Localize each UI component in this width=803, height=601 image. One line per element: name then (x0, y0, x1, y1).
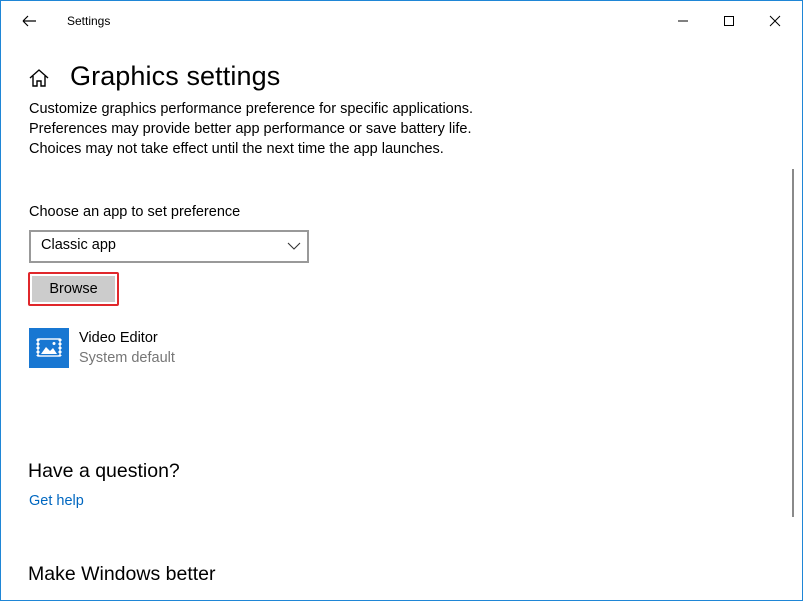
app-type-dropdown[interactable]: Classic app (29, 230, 309, 263)
back-button[interactable] (13, 5, 45, 37)
app-chooser-label: Choose an app to set preference (29, 204, 241, 220)
video-editor-icon (29, 328, 69, 368)
feedback-heading: Make Windows better (28, 563, 216, 585)
minimize-icon (678, 20, 688, 22)
title-bar: Settings (1, 1, 802, 41)
home-icon[interactable] (28, 67, 50, 89)
app-name: Video Editor (79, 330, 158, 346)
maximize-icon (724, 16, 734, 26)
browse-button[interactable]: Browse (32, 276, 115, 302)
page-description: Customize graphics performance preferenc… (29, 101, 474, 157)
app-preference: System default (79, 350, 175, 366)
page-title: Graphics settings (70, 61, 281, 91)
window-title: Settings (67, 14, 111, 28)
chevron-down-icon (287, 242, 301, 250)
help-heading: Have a question? (28, 460, 180, 482)
app-list-item[interactable]: Video Editor System default (29, 328, 329, 370)
app-type-selected: Classic app (41, 237, 116, 253)
close-icon (769, 15, 781, 27)
close-button[interactable] (752, 1, 798, 41)
settings-window: Settings Graphics settings Customize gra… (0, 0, 803, 601)
minimize-button[interactable] (660, 1, 706, 41)
maximize-button[interactable] (706, 1, 752, 41)
get-help-link[interactable]: Get help (29, 493, 84, 509)
back-arrow-icon (22, 15, 36, 27)
vertical-scrollbar[interactable] (792, 169, 794, 517)
